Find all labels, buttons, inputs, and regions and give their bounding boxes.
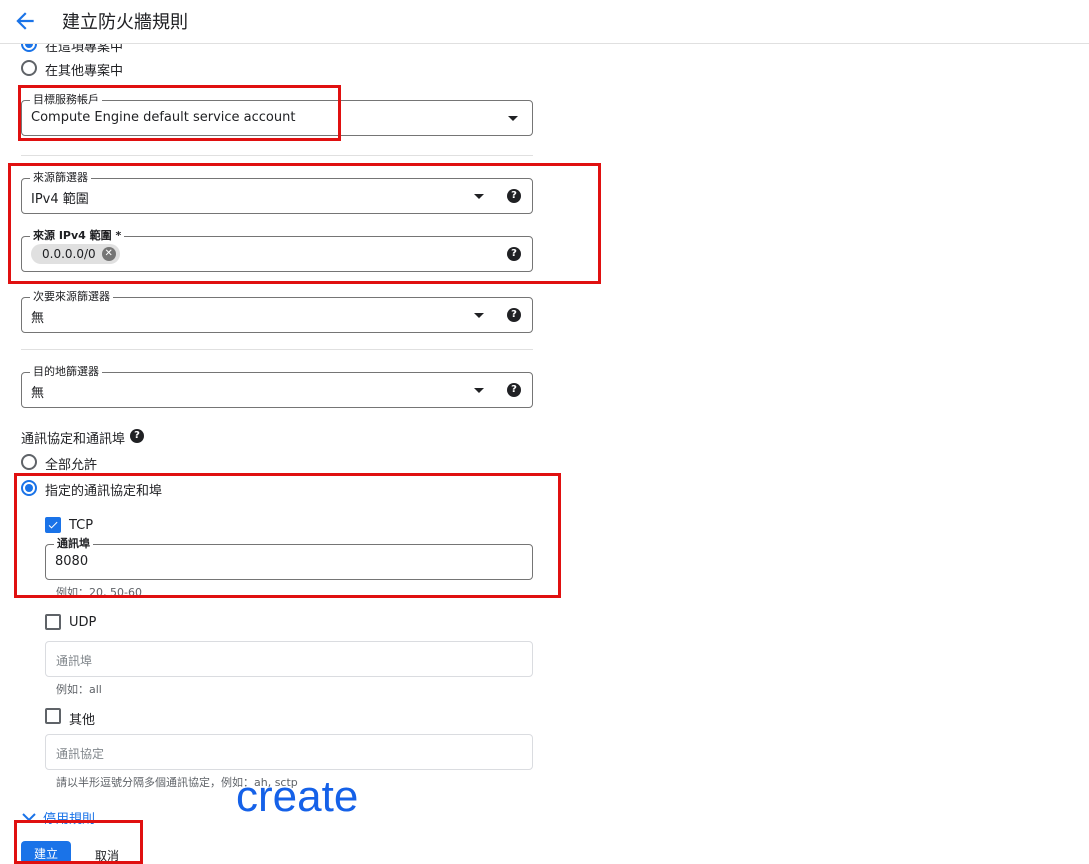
- chip-remove-icon[interactable]: ✕: [101, 247, 116, 261]
- divider: [21, 349, 533, 350]
- destination-filter-label: 目的地篩選器: [30, 365, 102, 379]
- source-filter-value: IPv4 範圍: [31, 192, 89, 207]
- dropdown-arrow-icon[interactable]: [474, 388, 484, 393]
- destination-filter-value: 無: [31, 386, 45, 401]
- ip-range-chip[interactable]: 0.0.0.0/0 ✕: [31, 244, 120, 264]
- help-icon[interactable]: ?: [507, 308, 521, 322]
- udp-ports-placeholder: 通訊埠: [56, 654, 93, 668]
- create-button[interactable]: 建立: [21, 841, 71, 864]
- second-source-filter-label: 次要來源篩選器: [30, 290, 113, 304]
- page-title: 建立防火牆規則: [62, 12, 188, 33]
- tcp-checkbox[interactable]: [45, 517, 61, 533]
- protocols-section-title: 通訊協定和通訊埠: [21, 432, 126, 447]
- target-service-account-select[interactable]: 目標服務帳戶 Compute Engine default service ac…: [21, 93, 533, 136]
- help-icon[interactable]: ?: [507, 189, 521, 203]
- checkmark-icon: [48, 521, 58, 529]
- cancel-button[interactable]: 取消: [95, 847, 119, 864]
- other-protocols-placeholder: 通訊協定: [56, 747, 105, 761]
- other-protocols-label: 其他: [69, 713, 96, 728]
- back-arrow-icon[interactable]: [12, 8, 38, 34]
- scope-other-project-label: 在其他專案中: [45, 64, 124, 79]
- dropdown-arrow-icon[interactable]: [474, 194, 484, 199]
- other-protocols-input[interactable]: 通訊協定: [45, 734, 533, 770]
- source-ipv4-ranges-label: 來源 IPv4 範圍 *: [30, 229, 125, 243]
- tcp-ports-input[interactable]: 通訊埠 8080: [45, 537, 533, 580]
- udp-label: UDP: [69, 615, 97, 630]
- help-icon[interactable]: ?: [507, 383, 521, 397]
- other-protocols-checkbox[interactable]: [45, 708, 61, 724]
- help-icon[interactable]: ?: [130, 429, 144, 443]
- source-filter-label: 來源篩選器: [30, 171, 91, 185]
- help-icon[interactable]: ?: [507, 247, 521, 261]
- specified-protocols-label: 指定的通訊協定和埠: [45, 484, 163, 499]
- ip-range-chip-text: 0.0.0.0/0: [42, 247, 96, 261]
- target-service-account-label: 目標服務帳戶: [30, 93, 102, 107]
- disable-rule-expander[interactable]: 停用規則: [43, 808, 95, 827]
- udp-ports-input[interactable]: 通訊埠: [45, 641, 533, 677]
- udp-checkbox[interactable]: [45, 614, 61, 630]
- destination-filter-select[interactable]: 目的地篩選器 無 ?: [21, 365, 533, 408]
- allow-all-radio[interactable]: [21, 454, 37, 470]
- specified-protocols-radio[interactable]: [21, 480, 37, 496]
- top-bar: 建立防火牆規則: [0, 0, 1089, 44]
- target-service-account-value: Compute Engine default service account: [31, 110, 296, 125]
- second-source-filter-select[interactable]: 次要來源篩選器 無 ?: [21, 290, 533, 333]
- chevron-down-icon[interactable]: [22, 812, 36, 822]
- source-ipv4-ranges-input[interactable]: 來源 IPv4 範圍 * 0.0.0.0/0 ✕ ?: [21, 229, 533, 272]
- tcp-ports-value: 8080: [55, 554, 89, 569]
- create-overlay-text: create: [236, 772, 359, 821]
- second-source-filter-value: 無: [31, 311, 45, 326]
- tcp-label: TCP: [69, 518, 94, 533]
- dropdown-arrow-icon[interactable]: [508, 116, 518, 121]
- scope-other-project-radio[interactable]: [21, 60, 37, 76]
- divider: [21, 155, 533, 156]
- source-filter-select[interactable]: 來源篩選器 IPv4 範圍 ?: [21, 171, 533, 214]
- tcp-ports-hint: 例如：20, 50-60: [56, 586, 142, 599]
- allow-all-label: 全部允許: [45, 458, 98, 473]
- udp-ports-hint: 例如：all: [56, 683, 102, 696]
- dropdown-arrow-icon[interactable]: [474, 313, 484, 318]
- tcp-ports-label: 通訊埠: [54, 537, 93, 551]
